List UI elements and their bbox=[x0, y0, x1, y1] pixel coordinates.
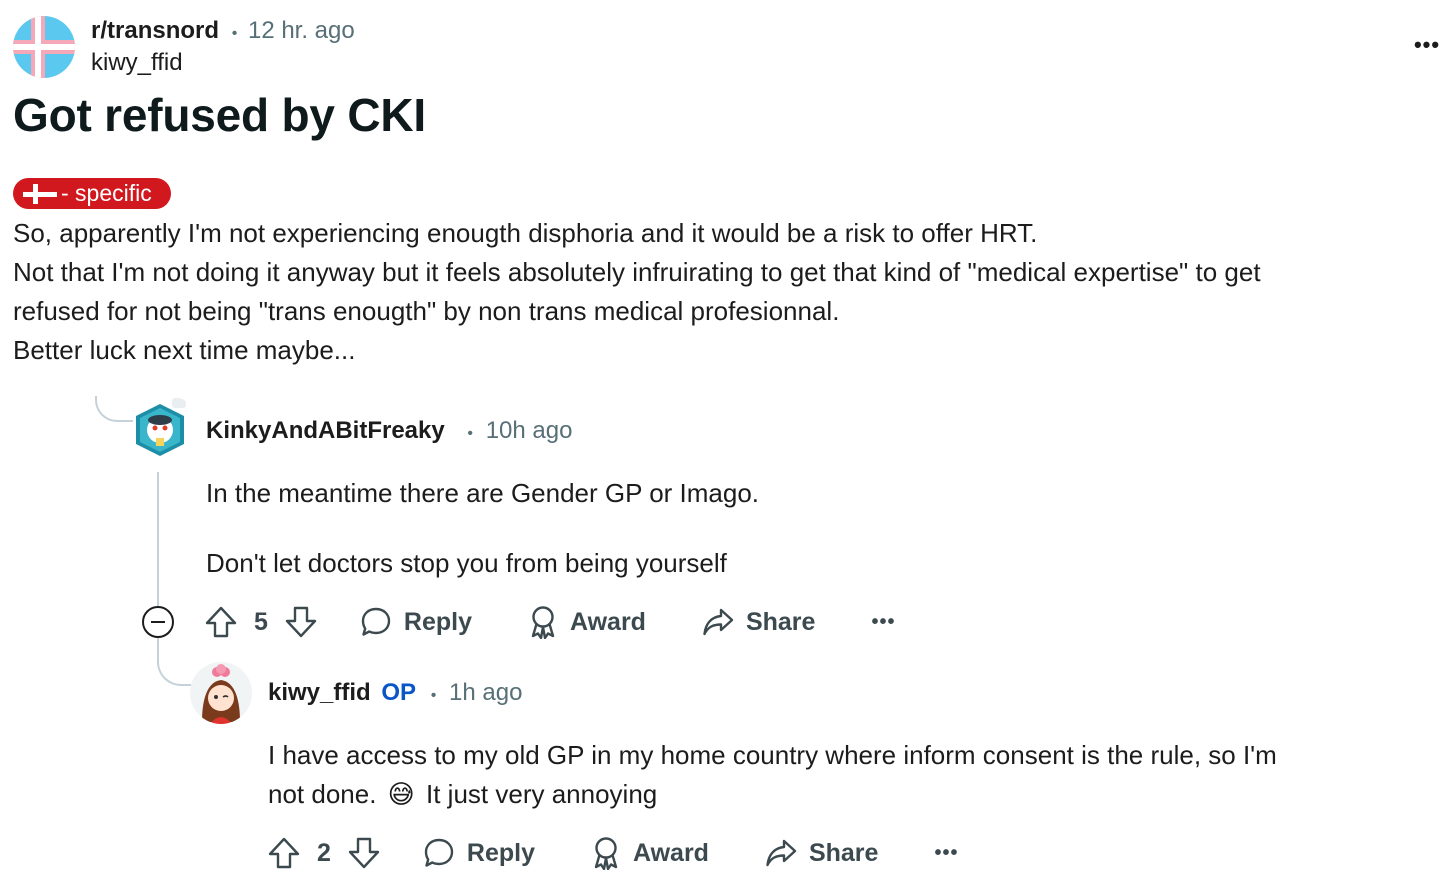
comment-text: I have access to my old GP in my home co… bbox=[268, 740, 1277, 770]
post-header: r/transnord • 12 hr. ago kiwy_ffid ••• bbox=[0, 0, 1456, 90]
meta-separator: • bbox=[467, 425, 474, 442]
collapse-thread-button[interactable] bbox=[142, 606, 174, 638]
vote-count: 5 bbox=[254, 607, 268, 636]
award-label: Award bbox=[570, 607, 646, 636]
meta-separator: • bbox=[430, 687, 437, 704]
reply-bubble-icon bbox=[424, 838, 454, 867]
share-button[interactable]: Share bbox=[765, 833, 878, 873]
reply-label: Reply bbox=[466, 838, 535, 867]
sweat-smile-emoji: 😅 bbox=[387, 779, 415, 809]
thread-line bbox=[95, 396, 133, 422]
comment-actions: 5 Reply Award Share ••• bbox=[204, 602, 895, 642]
share-icon bbox=[703, 608, 734, 636]
subreddit-name[interactable]: r/transnord bbox=[91, 17, 219, 44]
more-options-icon[interactable]: ••• bbox=[934, 833, 958, 873]
flair-label: - specific bbox=[61, 180, 152, 206]
share-label: Share bbox=[745, 607, 816, 636]
award-button[interactable]: Award bbox=[591, 833, 709, 873]
post-time: 12 hr. ago bbox=[247, 17, 355, 44]
reply-bubble-icon bbox=[361, 607, 391, 636]
upvote-icon bbox=[268, 837, 300, 869]
upvote-button[interactable] bbox=[267, 833, 301, 873]
post-body: So, apparently I'm not experiencing enou… bbox=[13, 214, 1443, 370]
post-flair[interactable]: - specific bbox=[13, 178, 171, 209]
share-button[interactable]: Share bbox=[702, 602, 815, 642]
comment-avatar[interactable] bbox=[132, 398, 188, 460]
thread-line bbox=[157, 472, 159, 606]
reply-button[interactable]: Reply bbox=[423, 833, 535, 873]
post-body-line: Not that I'm not doing it anyway but it … bbox=[13, 257, 1261, 287]
op-badge: OP bbox=[381, 679, 417, 706]
subreddit-meta: r/transnord • 12 hr. ago bbox=[91, 17, 355, 45]
upvote-button[interactable] bbox=[204, 602, 238, 642]
more-options-icon[interactable]: ••• bbox=[1410, 30, 1444, 60]
vote-count: 2 bbox=[317, 838, 331, 867]
meta-separator: • bbox=[231, 25, 238, 42]
award-icon bbox=[531, 606, 555, 639]
post-body-line: Better luck next time maybe... bbox=[13, 335, 356, 365]
reply-button[interactable]: Reply bbox=[360, 602, 472, 642]
more-options-icon[interactable]: ••• bbox=[871, 602, 895, 642]
comment-author[interactable]: kiwy_ffid bbox=[268, 679, 371, 706]
comment-text: In the meantime there are Gender GP or I… bbox=[206, 478, 760, 508]
comment-time: 10h ago bbox=[485, 417, 573, 444]
comment-avatar[interactable] bbox=[190, 662, 252, 724]
award-label: Award bbox=[633, 838, 709, 867]
subreddit-avatar[interactable] bbox=[13, 16, 75, 78]
comment-text: Don't let doctors stop you from being yo… bbox=[206, 548, 727, 578]
comment-author[interactable]: KinkyAndABitFreaky bbox=[206, 417, 445, 444]
comment-text: It just very annoying bbox=[426, 779, 658, 809]
share-label: Share bbox=[808, 838, 879, 867]
comment-time: 1h ago bbox=[449, 679, 523, 706]
post-author[interactable]: kiwy_ffid bbox=[91, 49, 183, 77]
comment-header: KinkyAndABitFreaky • 10h ago bbox=[206, 417, 572, 445]
downvote-button[interactable] bbox=[347, 833, 381, 873]
post-body-line: refused for not being "trans enougth" by… bbox=[13, 296, 840, 326]
thread-line bbox=[157, 650, 193, 686]
comment-text: not done. bbox=[268, 779, 377, 809]
award-icon bbox=[594, 837, 618, 870]
share-icon bbox=[766, 839, 797, 867]
comment-actions: 2 Reply Award Share ••• bbox=[267, 833, 958, 873]
downvote-icon bbox=[285, 606, 317, 638]
post-title: Got refused by CKI bbox=[13, 89, 427, 141]
comment-text-line: not done. 😅 It just very annoying bbox=[268, 775, 657, 814]
reply-label: Reply bbox=[403, 607, 472, 636]
upvote-icon bbox=[205, 606, 237, 638]
downvote-icon bbox=[348, 837, 380, 869]
denmark-flag-icon bbox=[23, 183, 57, 204]
downvote-button[interactable] bbox=[284, 602, 318, 642]
post-body-line: So, apparently I'm not experiencing enou… bbox=[13, 218, 1038, 248]
award-button[interactable]: Award bbox=[528, 602, 646, 642]
comment-header: kiwy_ffid OP • 1h ago bbox=[268, 679, 522, 707]
